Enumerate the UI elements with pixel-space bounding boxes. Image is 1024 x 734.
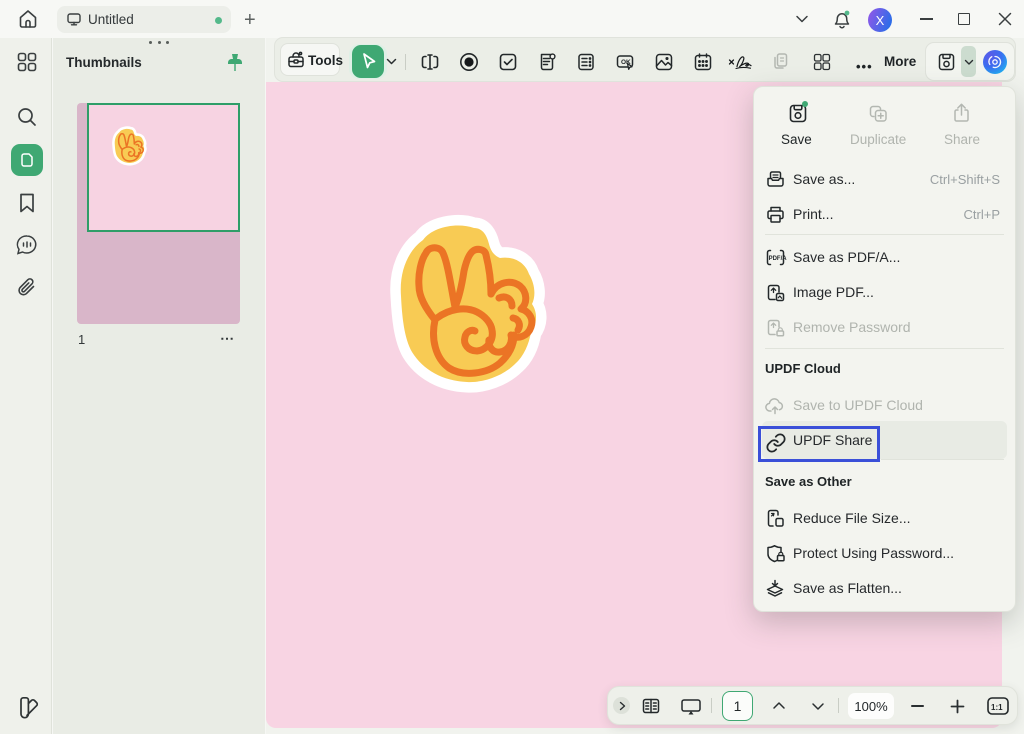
svg-text:1:1: 1:1: [991, 703, 1003, 712]
svg-text:PDF/A: PDF/A: [769, 256, 787, 262]
